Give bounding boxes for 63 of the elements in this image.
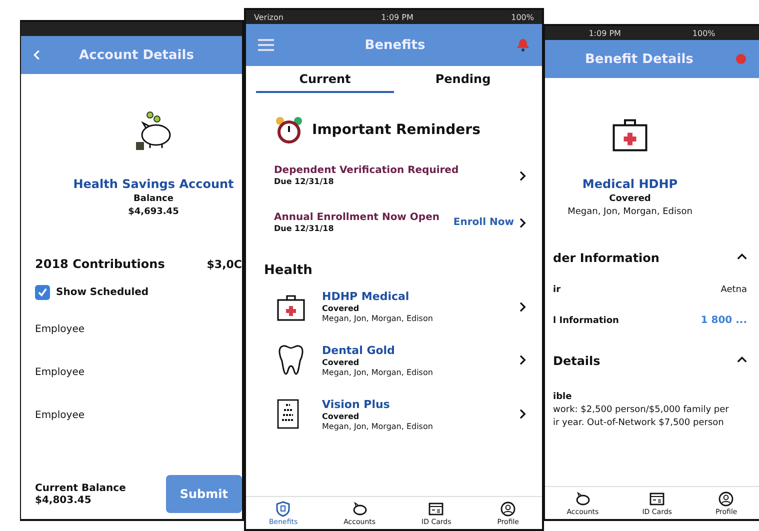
time-text: 1:09 PM [588, 28, 621, 38]
plan-name: Vision Plus [322, 398, 391, 410]
plan-name: Medical HDHP [582, 177, 678, 191]
carrier-text: Verizon [254, 12, 284, 22]
time-text: 1:09 PM [381, 12, 414, 22]
reminder-due-date: Due 12/31/18 [274, 177, 335, 186]
contribution-label: Employee [35, 410, 86, 421]
reminder-title: Annual Enrollment Now Open [274, 212, 440, 223]
detail-text: ir year. Out-of-Network $7,500 person [553, 418, 725, 428]
plan-name: Dental Gold [322, 344, 396, 356]
info-label: ir [553, 285, 561, 295]
info-label: l Information [553, 316, 619, 326]
contribution-label: Employee [35, 367, 86, 378]
detail-text: ible [553, 392, 573, 402]
reminder-due-date: Due 12/31/18 [274, 224, 335, 233]
chevron-icon[interactable] [518, 170, 528, 182]
plan-status: Covered [609, 194, 651, 204]
plan-status: Covered [322, 304, 360, 313]
current-balance-amount: $4,803.45 [35, 494, 92, 506]
info-value: Aetna [720, 285, 747, 295]
contributions-total: $3,0C [206, 258, 242, 270]
bell-icon[interactable] [516, 38, 530, 52]
phone-link[interactable]: 1 800 ... [700, 315, 747, 326]
plan-members: Megan, Jon, Morgan, Edison [322, 422, 433, 430]
id-card-icon [649, 491, 666, 507]
contribution-label: Employee [35, 324, 86, 335]
shield-icon [275, 501, 292, 517]
current-balance-label: Current Balance [35, 482, 126, 494]
contributions-title: 2018 Contributions [35, 257, 165, 271]
chevron-icon[interactable] [518, 216, 528, 228]
id-card-icon [428, 501, 444, 517]
plan-members: Megan, Jon, Morgan, Edison [568, 207, 692, 217]
alarm-clock-icon [274, 115, 304, 145]
balance-label: Balance [134, 194, 174, 204]
section-title: Health [264, 263, 314, 278]
chevron-icon[interactable] [518, 408, 528, 420]
tab[interactable]: Current [256, 66, 394, 93]
tab[interactable]: Pending [394, 66, 532, 93]
section-title: Details [553, 354, 600, 368]
screen-title: Benefit Details [585, 52, 694, 66]
chevron-icon[interactable] [518, 300, 528, 312]
battery-text: 100% [692, 28, 716, 38]
battery-text: 100% [511, 12, 534, 22]
detail-text: work: $2,500 person/$5,000 family per [553, 405, 730, 415]
checkbox-label: Show Scheduled [56, 287, 149, 298]
section-title: Important Reminders [312, 122, 480, 138]
profile-icon [500, 501, 516, 517]
screen-title: Account Details [79, 48, 194, 62]
enroll-link[interactable]: Enroll Now [453, 217, 514, 228]
account-name: Health Savings Account [73, 177, 234, 191]
tooth-icon [276, 343, 306, 377]
plan-name: HDHP Medical [322, 290, 410, 303]
plan-members: Megan, Jon, Morgan, Edison [322, 368, 433, 376]
plan-members: Megan, Jon, Morgan, Edison [322, 314, 433, 323]
reminder-title: Dependent Verification Required [274, 165, 459, 176]
checkbox[interactable] [35, 285, 50, 300]
section-title: der Information [553, 251, 660, 265]
plan-status: Covered [322, 412, 360, 420]
plan-status: Covered [322, 358, 360, 366]
profile-icon [718, 491, 734, 507]
screen-title: Benefits [364, 38, 426, 52]
balance-amount: $4,693.45 [128, 207, 179, 217]
chevron-icon[interactable] [518, 354, 528, 366]
